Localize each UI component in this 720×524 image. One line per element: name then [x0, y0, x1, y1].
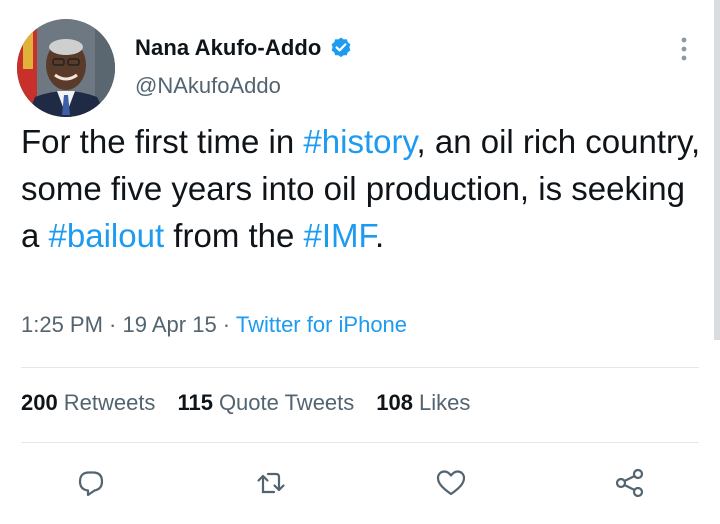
like-icon: [435, 468, 467, 503]
avatar[interactable]: [17, 19, 115, 117]
scrollbar[interactable]: [714, 0, 720, 340]
tweet-date[interactable]: 19 Apr 15: [123, 312, 217, 337]
quote-tweets-stat[interactable]: 115 Quote Tweets: [177, 390, 354, 416]
likes-stat[interactable]: 108 Likes: [376, 390, 470, 416]
hashtag-history-link[interactable]: #history: [303, 123, 416, 160]
reply-button[interactable]: [69, 463, 113, 507]
retweet-icon: [255, 468, 287, 503]
tweet-stats: 200 Retweets 115 Quote Tweets 108 Likes: [21, 390, 492, 416]
tweet-detail: Nana Akufo-Addo @NAkufoAddo For the firs…: [0, 0, 720, 524]
retweets-label: Retweets: [63, 390, 156, 415]
retweets-count: 200: [21, 390, 58, 415]
meta-separator: ·: [216, 312, 236, 337]
avatar-image: [17, 19, 115, 117]
like-button[interactable]: [429, 463, 473, 507]
tweet-text-segment: .: [375, 217, 385, 254]
share-button[interactable]: [608, 463, 652, 507]
hashtag-bailout-link[interactable]: #bailout: [49, 217, 165, 254]
tweet-source-link[interactable]: Twitter for iPhone: [236, 312, 407, 337]
verified-badge-icon: [329, 36, 353, 60]
more-options-icon[interactable]: [674, 35, 694, 63]
tweet-meta: 1:25 PM · 19 Apr 15 · Twitter for iPhone: [21, 312, 407, 338]
meta-separator: ·: [102, 312, 123, 337]
tweet-text-segment: For the first time in: [21, 123, 304, 160]
retweets-stat[interactable]: 200 Retweets: [21, 390, 155, 416]
retweet-button[interactable]: [249, 463, 293, 507]
display-name[interactable]: Nana Akufo-Addo: [135, 35, 321, 61]
reply-icon: [76, 468, 106, 503]
divider: [21, 367, 699, 368]
user-handle[interactable]: @NAkufoAddo: [135, 73, 281, 99]
likes-count: 108: [376, 390, 413, 415]
quote-tweets-count: 115: [177, 390, 213, 415]
likes-label: Likes: [419, 390, 471, 415]
tweet-text: For the first time in #history, an oil r…: [21, 118, 711, 259]
share-icon: [614, 467, 646, 504]
action-bar: [0, 463, 720, 507]
tweet-time[interactable]: 1:25 PM: [21, 312, 103, 337]
name-row: Nana Akufo-Addo: [135, 33, 353, 63]
divider: [21, 442, 699, 443]
tweet-text-segment: from the: [164, 217, 304, 254]
quote-tweets-label: Quote Tweets: [218, 390, 355, 415]
hashtag-imf-link[interactable]: #IMF: [304, 217, 376, 254]
